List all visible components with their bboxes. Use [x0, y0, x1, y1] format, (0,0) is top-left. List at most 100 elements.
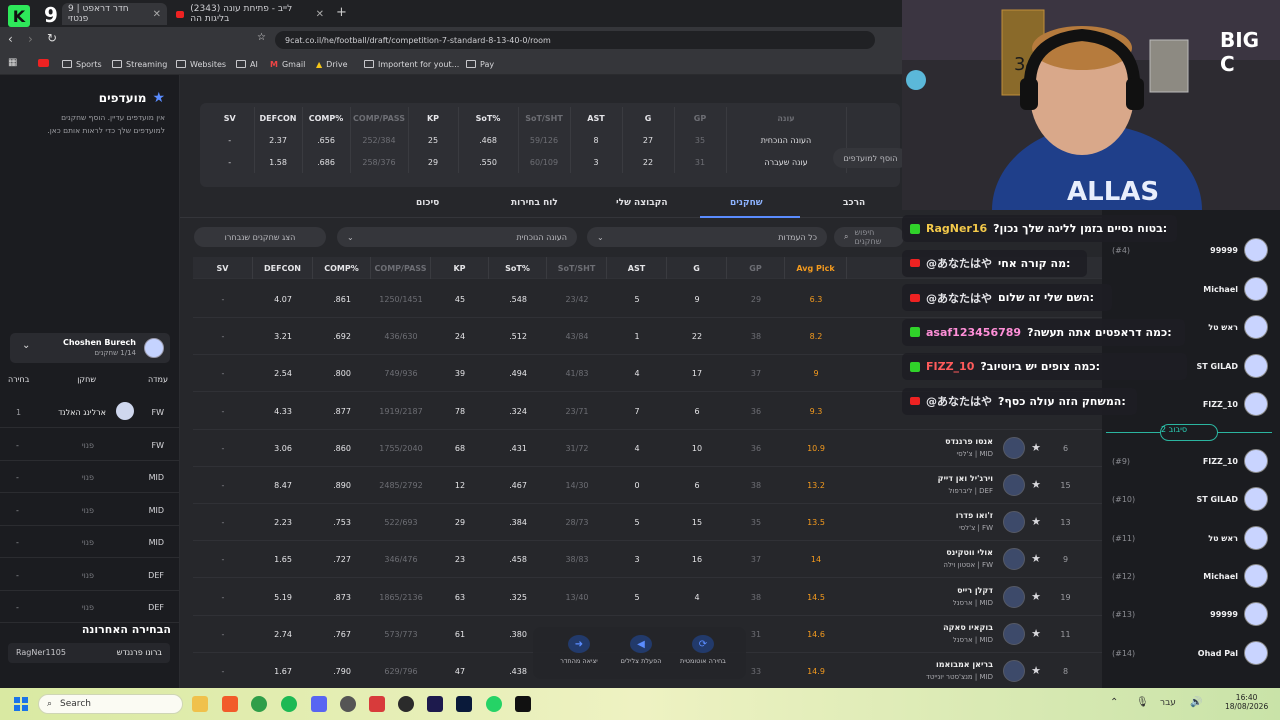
leave-room-button[interactable]: ➜ יציאה מהחדר	[549, 635, 609, 665]
brave-icon[interactable]	[222, 696, 238, 712]
draft-order-row[interactable]: (#11) ראש טל	[1102, 520, 1280, 558]
back-icon[interactable]: ‹	[8, 32, 13, 46]
players-header-cell[interactable]: SoT%	[489, 257, 547, 279]
bookmark-drive[interactable]: ▲ Drive	[316, 57, 347, 71]
draft-order-row[interactable]: (#9) FIZZ_10	[1102, 443, 1280, 481]
bookmark-icon[interactable]: ☆	[257, 32, 266, 43]
team-selector[interactable]: ⌄ Choshen Burech 1/14 שחקנים	[10, 333, 170, 363]
bookmark-importent[interactable]: Importent for yout...	[364, 57, 459, 71]
tab-lineup[interactable]: הרכב	[843, 198, 865, 208]
draft-order-row[interactable]: (#13) 99999	[1102, 596, 1280, 634]
player-info[interactable]: ז'ואו פדרו צ'לסי | FW ★	[933, 504, 1043, 541]
players-header-cell[interactable]: AST	[607, 257, 667, 279]
position-select[interactable]: ⌄ כל העמדות	[587, 227, 827, 247]
favorite-star-icon[interactable]: ★	[1031, 590, 1041, 603]
windows-start-icon[interactable]	[14, 697, 28, 711]
tab-summary[interactable]: סיכום	[416, 198, 439, 208]
forward-icon[interactable]: ›	[28, 32, 33, 46]
bookmark-ai[interactable]: AI	[236, 57, 258, 71]
favorite-star-icon[interactable]: ★	[1031, 552, 1041, 565]
player-stat-sv: -	[221, 332, 225, 342]
player-info[interactable]: בריאן אמבואמו מנצ'סטר יונייטד | MID ★	[926, 653, 1043, 690]
season-select[interactable]: ⌄ העונה הנוכחית	[337, 227, 577, 247]
players-header-cell[interactable]: COMP/PASS	[371, 257, 431, 279]
players-header-cell[interactable]: SV	[193, 257, 253, 279]
favorite-star-icon[interactable]: ★	[1031, 478, 1041, 491]
reload-icon[interactable]: ↻	[47, 31, 57, 45]
draft-order-row[interactable]: (#4) 99999	[1102, 232, 1280, 270]
bookmark-sports[interactable]: Sports	[62, 57, 102, 71]
favorite-star-icon[interactable]: ★	[1031, 515, 1041, 528]
speaker-icon[interactable]: 🔊	[1190, 697, 1202, 708]
tab-draft-room[interactable]: חדר דראפט | 9 פנטזי ✕	[62, 3, 167, 25]
bookmark-websites[interactable]: Websites	[176, 57, 226, 71]
draft-order-row[interactable]: ראש טל	[1102, 309, 1280, 347]
player-info[interactable]: דקלן רייס ארסנל | MID ★	[933, 579, 1043, 616]
players-header-cell[interactable]: KP	[431, 257, 489, 279]
players-header-cell[interactable]: DEFCON	[253, 257, 313, 279]
player-summary-stats: SV DEFCON COMP% COMP/PASS KP SoT% SoT/SHT AST G G…	[200, 103, 900, 187]
discord-icon[interactable]	[311, 696, 327, 712]
file-explorer-icon[interactable]	[192, 696, 208, 712]
tab-my-team[interactable]: הקבוצה שלי	[616, 198, 668, 208]
players-header-cell[interactable]: COMP%	[313, 257, 371, 279]
add-to-favorites-button[interactable]: הוסף למועדפים	[833, 148, 908, 168]
chrome-icon[interactable]	[251, 696, 267, 712]
settings-icon[interactable]	[340, 696, 356, 712]
players-header-cell[interactable]: Avg Pick	[785, 257, 847, 279]
chevron-down-icon[interactable]: ⌄	[22, 340, 30, 351]
sounds-toggle[interactable]: ◀ הפעלת צלילים	[611, 635, 671, 665]
draft-order-row[interactable]: (#12) Michael	[1102, 558, 1280, 596]
spotify-icon[interactable]	[281, 696, 297, 712]
show-picked-toggle[interactable]: הצג שחקנים שנבחרו	[194, 227, 326, 247]
player-info[interactable]: אנסו פרננדס צ'לסי | MID ★	[933, 430, 1043, 467]
photoshop-icon[interactable]	[456, 696, 472, 712]
draft-order-row[interactable]: Michael	[1102, 271, 1280, 309]
kick-icon[interactable]	[515, 696, 531, 712]
player-row[interactable]: - 2.23 .753 522/693 29 .384 28/73 5 15 35 13.5 13 ז'…	[193, 504, 1103, 542]
tab-players[interactable]: שחקנים	[730, 198, 763, 208]
premiere-icon[interactable]	[427, 696, 443, 712]
tab-youtube-live[interactable]: (2343) לייב - פתיחת עונה בליגות הה ✕	[170, 3, 330, 25]
draft-order-row[interactable]: ST GILAD	[1102, 348, 1280, 386]
player-row[interactable]: - 5.19 .873 1865/2136 63 .325 13/40 5 4 38 14.5 19 ד…	[193, 579, 1103, 616]
player-info[interactable]: וירג'יל ואן דייק ליברפול | DEF ★	[933, 467, 1043, 504]
auto-pick-toggle[interactable]: ⟳ בחירה אוטומטית	[673, 635, 733, 665]
taskbar-search[interactable]: ⌕ Search	[38, 694, 183, 714]
bookmark-pay[interactable]: Pay	[466, 57, 494, 71]
favorite-star-icon[interactable]: ★	[1031, 441, 1041, 454]
player-row[interactable]: - 1.65 .727 346/476 23 .458 38/83 3 16 37 14 9 אולי …	[193, 541, 1103, 579]
favorite-star-icon[interactable]: ★	[1031, 627, 1041, 640]
players-header-cell[interactable]: G	[667, 257, 727, 279]
whatsapp-icon[interactable]	[486, 696, 502, 712]
player-row[interactable]: - 8.47 .890 2485/2792 12 .467 14/30 0 6 38 13.2 15 ו…	[193, 467, 1103, 504]
player-search-input[interactable]: ⌕ חיפוש שחקנים	[834, 227, 904, 247]
clock[interactable]: 16:40 18/08/2026	[1225, 693, 1268, 711]
players-header-cell[interactable]: SoT/SHT	[547, 257, 607, 279]
close-icon[interactable]: ✕	[153, 9, 161, 20]
language-indicator[interactable]: עבר	[1160, 698, 1176, 708]
draft-order-row[interactable]: (#14) Ohad Pal	[1102, 635, 1280, 673]
player-info[interactable]: אולי ווטקינס אסטון וילה | FW ★	[933, 541, 1043, 578]
draft-order-row[interactable]: (#10) ST GILAD	[1102, 481, 1280, 519]
player-stat-gp: 38	[750, 332, 762, 342]
favorite-star-icon[interactable]: ★	[1031, 664, 1041, 677]
player-stat-avg: 14.6	[807, 629, 825, 639]
opera-icon[interactable]	[369, 696, 385, 712]
obs-icon[interactable]	[398, 696, 414, 712]
chevron-up-icon[interactable]: ⌃	[1110, 697, 1118, 708]
bookmark-label: Drive	[326, 59, 348, 69]
bookmark-gmail[interactable]: M Gmail	[270, 57, 305, 71]
apps-grid-icon[interactable]: ▦	[8, 57, 17, 68]
new-tab-icon[interactable]: +	[336, 5, 347, 20]
youtube-icon[interactable]	[38, 59, 49, 67]
player-info[interactable]: בוקאיו סאקה ארסנל | MID ★	[933, 616, 1043, 653]
draft-order-row[interactable]: FIZZ_10	[1102, 386, 1280, 424]
players-header-cell[interactable]: GP	[727, 257, 785, 279]
close-icon[interactable]: ✕	[316, 9, 324, 20]
bookmark-streaming[interactable]: Streaming	[112, 57, 167, 71]
microphone-icon[interactable]: 🎙	[1136, 697, 1149, 708]
url-field[interactable]: 9cat.co.il/he/football/draft/competition…	[275, 31, 875, 49]
tab-draft-board[interactable]: לוח בחירות	[511, 198, 558, 208]
player-row[interactable]: - 3.06 .860 1755/2040 68 .431 31/72 4 10 36 10.9 6 א…	[193, 430, 1103, 467]
